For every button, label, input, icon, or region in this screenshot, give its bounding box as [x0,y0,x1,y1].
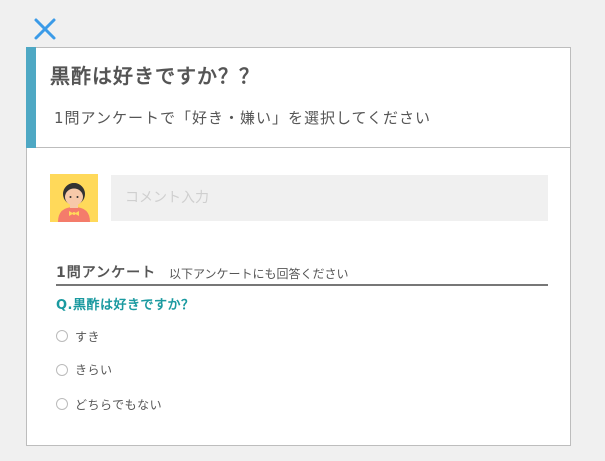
survey-note: 以下アンケートにも回答ください [169,267,349,281]
card-header: 黒酢は好きですか？？ 1問アンケートで「好き・嫌い」を選択してください [26,47,570,148]
survey-section: 1問アンケート 以下アンケートにも回答ください Q.黒酢は好きですか？ すき き… [56,262,548,412]
survey-header: 1問アンケート 以下アンケートにも回答ください [56,262,548,286]
avatar [50,174,98,222]
option-label: どちらでもない [75,398,163,412]
comment-row [50,174,548,222]
accent-bar [26,47,36,148]
option-label: きらい [75,363,113,377]
survey-card: 黒酢は好きですか？？ 1問アンケートで「好き・嫌い」を選択してください 1問アン… [26,47,571,446]
radio-button[interactable] [56,330,68,342]
radio-button[interactable] [56,364,68,376]
page-title: 黒酢は好きですか？？ [50,64,260,88]
close-icon [34,18,56,40]
survey-question: Q.黒酢は好きですか？ [56,298,195,313]
user-avatar-icon [50,174,98,222]
close-button[interactable] [30,14,60,44]
survey-title: 1問アンケート [56,265,157,281]
comment-input[interactable] [111,175,548,221]
radio-button[interactable] [56,398,68,410]
option-label: すき [75,330,101,344]
page-subtitle: 1問アンケートで「好き・嫌い」を選択してください [54,109,432,127]
